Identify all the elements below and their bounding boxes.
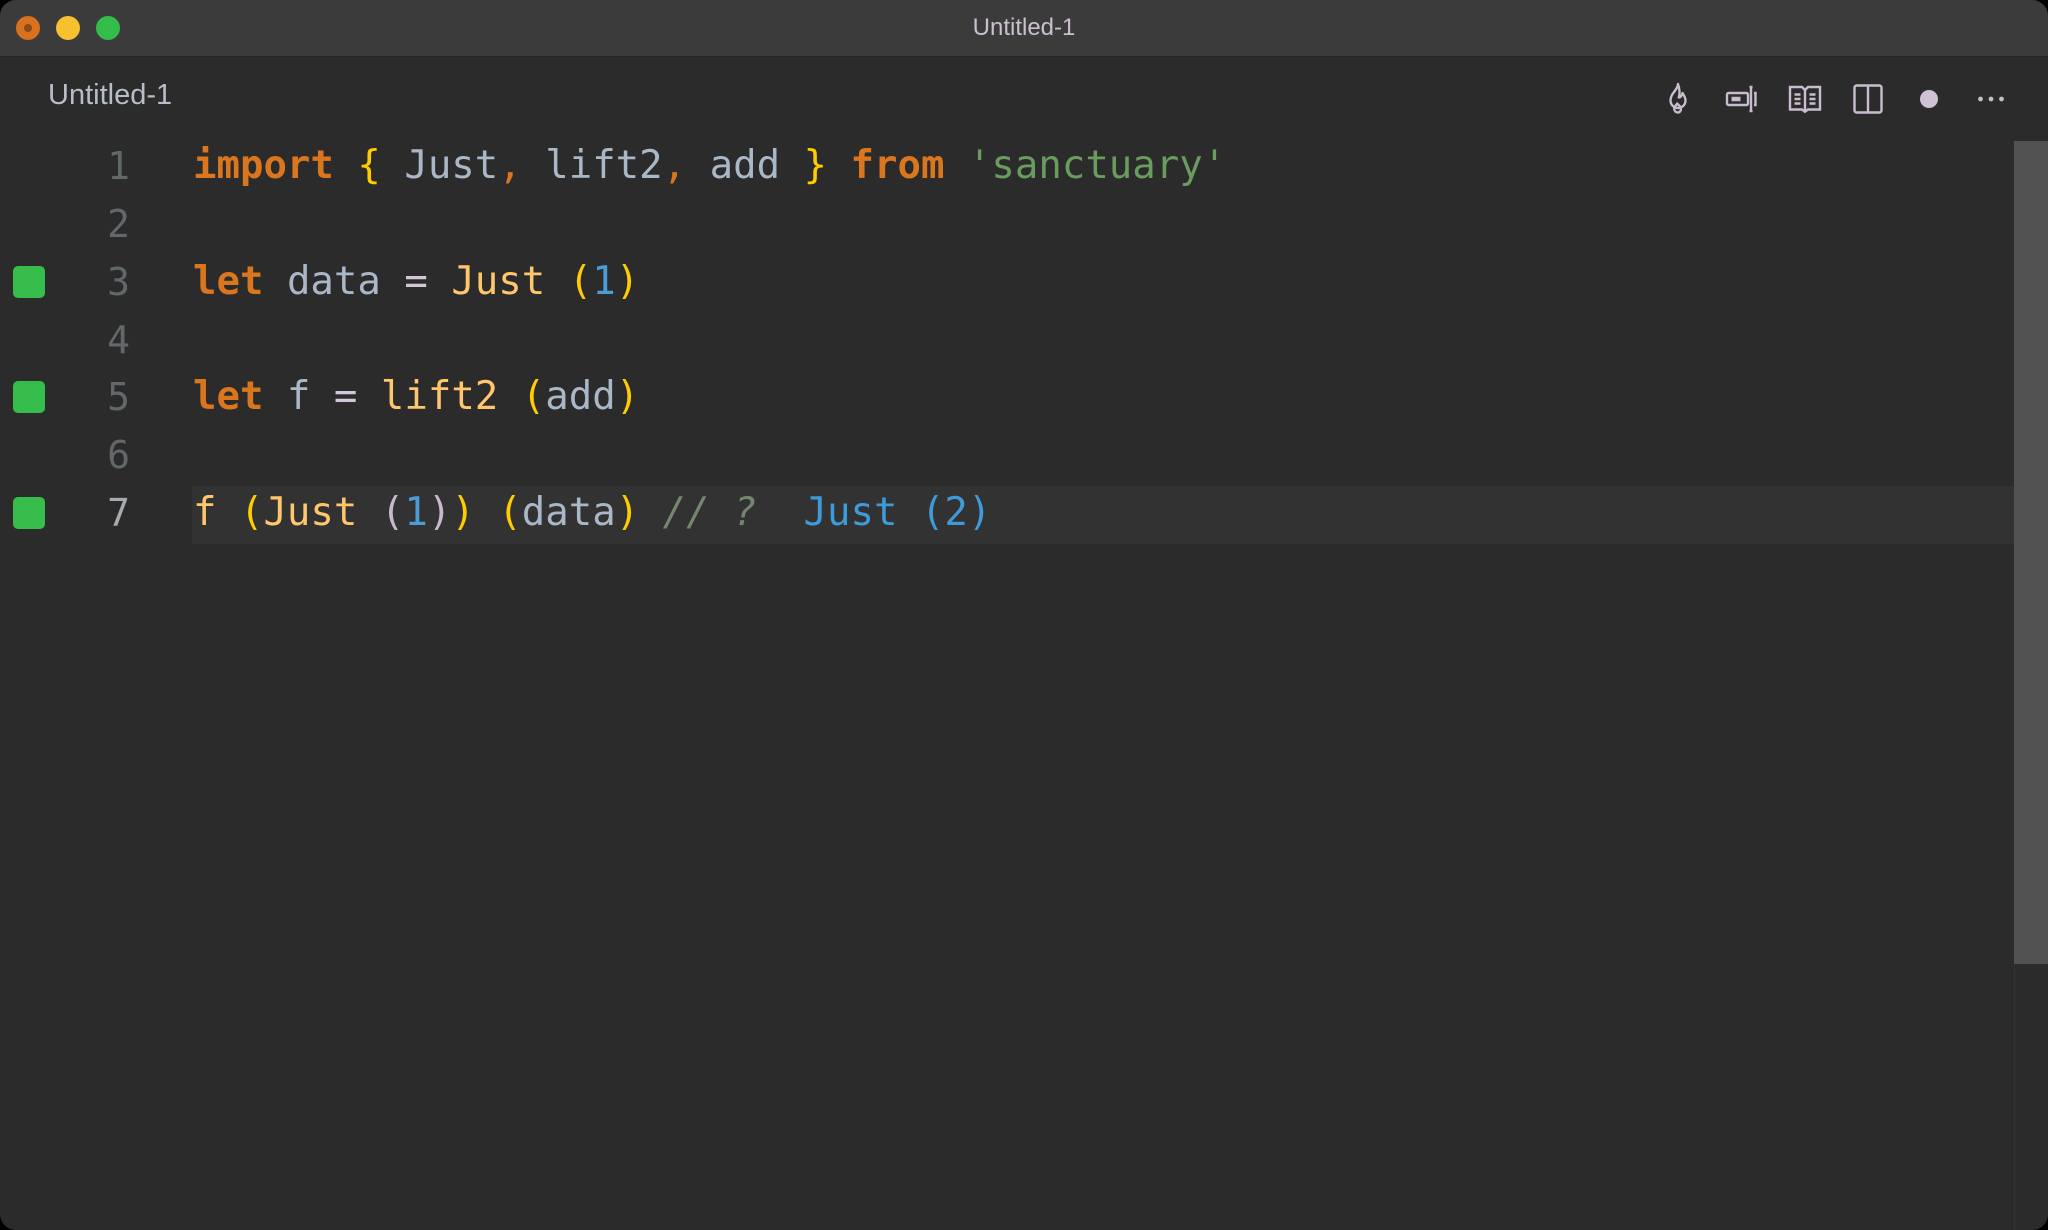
quokka-comment: // ? <box>662 490 757 535</box>
code-line: 5 let f = lift2 (add) <box>0 368 2014 426</box>
window-title: Untitled-1 <box>972 14 1076 41</box>
text-cursor-box-icon[interactable] <box>1722 79 1762 119</box>
code-line: 7 f (Just (1)) (data) // ? Just (2) <box>0 484 2014 542</box>
code-line: 6 <box>0 426 2014 484</box>
split-editor-icon[interactable] <box>1848 79 1888 119</box>
code-text: let f = lift2 (add) <box>193 374 640 419</box>
flame-icon[interactable] <box>1658 79 1698 119</box>
line-number: 2 <box>107 202 130 246</box>
code-line: 1 import { Just, lift2, add } from 'sanc… <box>0 137 2014 195</box>
title-bar: Untitled-1 <box>0 0 2048 57</box>
tab-untitled-1[interactable]: Untitled-1 <box>48 79 172 112</box>
book-open-icon[interactable] <box>1785 79 1825 119</box>
code-text: let data = Just (1) <box>193 259 640 304</box>
gutter-coverage-marker[interactable] <box>13 266 45 298</box>
line-number: 6 <box>107 433 130 477</box>
code-text: import { Just, lift2, add } from 'sanctu… <box>193 143 1227 188</box>
line-number: 7 <box>107 491 130 535</box>
scrollbar-thumb[interactable] <box>2014 141 2048 964</box>
gutter-coverage-marker[interactable] <box>13 381 45 413</box>
line-number: 4 <box>107 318 130 362</box>
code-line: 3 let data = Just (1) <box>0 253 2014 311</box>
inline-result: Just (2) <box>803 490 992 535</box>
gutter-coverage-marker[interactable] <box>13 497 45 529</box>
unsaved-dot-icon[interactable] <box>1909 79 1949 119</box>
editor-window: Untitled-1 Untitled-1 1 import {Just, l… <box>0 0 2048 1230</box>
line-number: 5 <box>107 375 130 419</box>
tab-bar: Untitled-1 <box>0 57 2048 141</box>
code-text: f (Just (1)) (data) // ? Just (2) <box>193 490 992 535</box>
code-line: 2 <box>0 195 2014 253</box>
more-icon[interactable] <box>1971 79 2011 119</box>
code-editor[interactable]: 1 import { Just, lift2, add } from 'sanc… <box>0 141 2014 1230</box>
line-number: 3 <box>107 260 130 304</box>
line-number: 1 <box>107 144 130 188</box>
code-line: 4 <box>0 311 2014 369</box>
